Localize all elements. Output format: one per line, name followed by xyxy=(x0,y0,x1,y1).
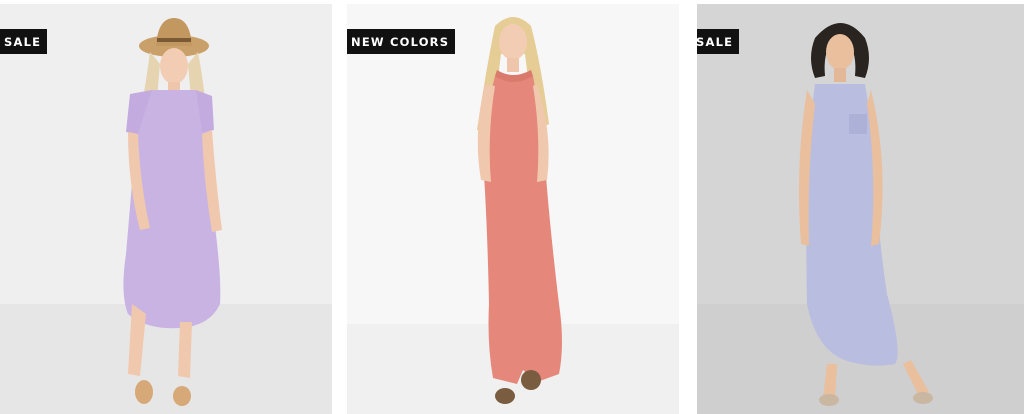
product-grid: SALE NEW COLORS SALE xyxy=(0,0,1024,414)
new-colors-badge: NEW COLORS xyxy=(347,29,456,54)
product-image-3[interactable] xyxy=(697,4,1024,414)
product-card-2[interactable]: NEW COLORS xyxy=(347,4,679,414)
product-card-3[interactable]: SALE xyxy=(697,4,1024,414)
sale-badge: SALE xyxy=(697,29,740,54)
sale-badge: SALE xyxy=(0,29,48,54)
product-image-2[interactable] xyxy=(347,4,679,414)
product-image-1[interactable] xyxy=(0,4,332,414)
product-card-1[interactable]: SALE xyxy=(0,4,332,414)
